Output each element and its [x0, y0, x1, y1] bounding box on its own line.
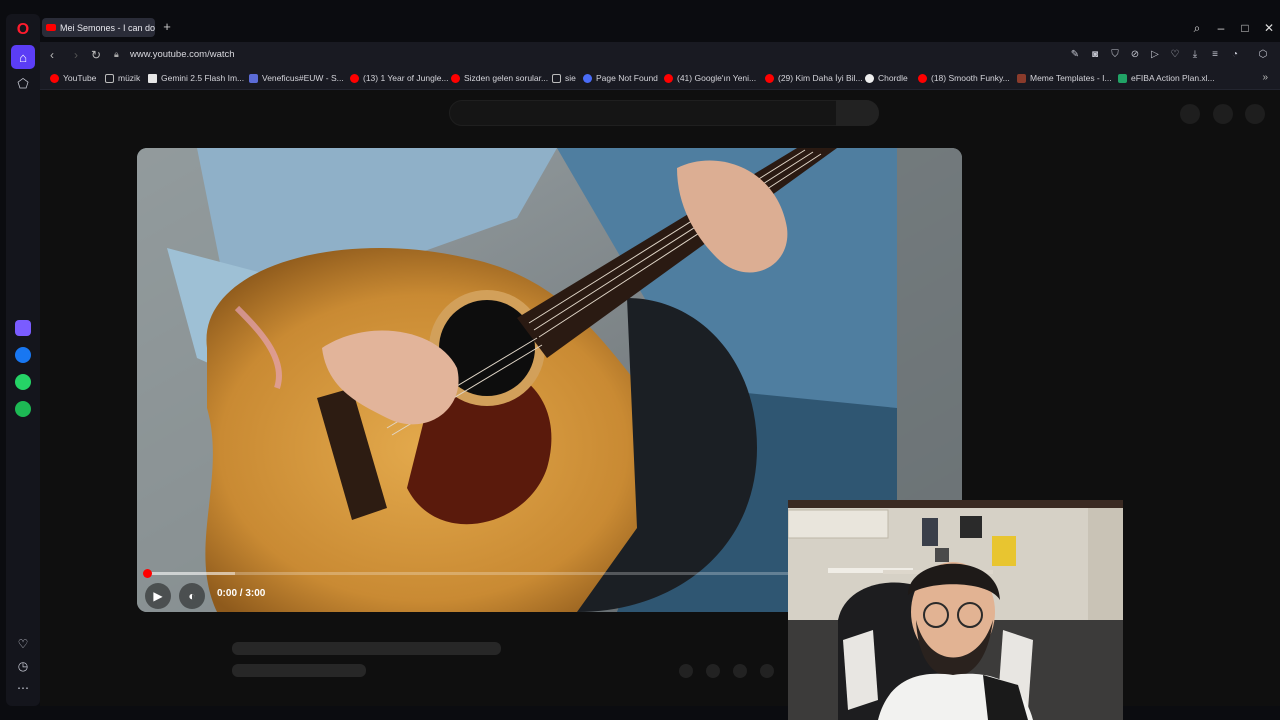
youtube-icon [918, 73, 927, 83]
search-placeholder[interactable] [449, 100, 879, 126]
play-button[interactable]: ▶ [145, 583, 171, 609]
bookmark-item[interactable]: (13) 1 Year of Jungle... [350, 73, 449, 83]
webcam-feed [788, 500, 1123, 720]
avatar-placeholder[interactable] [1180, 104, 1200, 124]
bookmark-item[interactable]: Gemini 2.5 Flash Im... [148, 73, 244, 83]
menu-icon[interactable]: ≡ [1208, 48, 1222, 62]
channel-placeholder [232, 664, 366, 677]
youtube-icon [451, 73, 460, 83]
download-icon[interactable]: ⤓ [1188, 48, 1202, 62]
bookmarks-bar: YouTube müzik Gemini 2.5 Flash Im... Ven… [40, 68, 1280, 90]
bookmark-item[interactable]: Page Not Found [583, 73, 658, 83]
youtube-icon [664, 73, 673, 83]
bookmark-item[interactable]: (41) Google'ın Yeni... [664, 73, 756, 83]
extension-icon[interactable]: ⬡ [1256, 48, 1270, 62]
page-icon [148, 73, 157, 83]
camera-icon[interactable]: ◙ [1088, 48, 1102, 62]
action-placeholder [706, 664, 720, 678]
address-bar-row: ‹ › ↻ 🔒︎ www.youtube.com/watch ✎ ◙ ⛉ ⊘ ▷… [40, 42, 1280, 68]
action-placeholder [733, 664, 747, 678]
volume-icon[interactable]: ◐ [179, 583, 205, 609]
app-icon [249, 73, 258, 83]
action-placeholder [679, 664, 693, 678]
url-field[interactable]: www.youtube.com/watch [130, 49, 235, 60]
back-button[interactable]: ‹ [44, 47, 60, 63]
whatsapp-icon[interactable] [15, 374, 31, 390]
bookmark-item[interactable]: YouTube [50, 73, 96, 83]
action-placeholder [760, 664, 774, 678]
heart-icon[interactable]: ♡ [1168, 48, 1182, 62]
folder-icon [552, 73, 561, 83]
time-display: 0:00 / 3:00 [217, 588, 266, 599]
tab-active[interactable]: Mei Semones - I can do w [42, 18, 155, 37]
youtube-icon [350, 73, 359, 83]
webcam-overlay [788, 500, 1123, 720]
home-icon[interactable]: ⌂ [11, 45, 35, 69]
aria-icon[interactable] [15, 320, 31, 336]
messenger-icon[interactable] [15, 347, 31, 363]
screen: O ⌂ ⬠ ♡ ◷ ⋯ Mei Semones - I can do w + ⌕… [0, 0, 1280, 720]
bookmarks-overflow-icon[interactable]: » [1262, 72, 1268, 83]
close-window-button[interactable]: ✕ [1261, 20, 1277, 36]
scrubber-handle[interactable] [143, 569, 152, 578]
bookmark-item[interactable]: Chordle [865, 73, 908, 83]
bookmark-item[interactable]: Veneficus#EUW - S... [249, 73, 344, 83]
bookmark-item[interactable]: Meme Templates - I... [1017, 73, 1112, 83]
buffered-bar [146, 572, 235, 575]
play-icon[interactable]: ▷ [1148, 48, 1162, 62]
app-icon [583, 73, 592, 83]
pin-icon[interactable]: ⬠ [11, 72, 35, 96]
vpn-icon[interactable]: ⊘ [1128, 48, 1142, 62]
bookmark-item[interactable]: sie [552, 73, 576, 83]
bookmark-item[interactable]: eFIBA Action Plan.xl... [1118, 73, 1215, 83]
spotify-icon[interactable] [15, 401, 31, 417]
new-tab-button[interactable]: + [160, 20, 174, 34]
opera-sidebar: O ⌂ ⬠ ♡ ◷ ⋯ [6, 14, 40, 706]
heart-icon[interactable]: ♡ [11, 634, 35, 654]
maximize-button[interactable]: □ [1237, 20, 1253, 36]
reload-button[interactable]: ↻ [88, 47, 104, 63]
more-icon[interactable]: ⋯ [11, 678, 35, 698]
app-icon [1017, 73, 1026, 83]
title-placeholder [232, 642, 501, 655]
search-tabs-icon[interactable]: ⌕ [1189, 20, 1205, 36]
youtube-icon [50, 73, 59, 83]
tab-strip: Mei Semones - I can do w + ⌕ – □ ✕ [40, 14, 1280, 42]
bookmark-item[interactable]: (29) Kim Daha İyi Bil... [765, 73, 863, 83]
lock-icon: 🔒︎ [114, 49, 119, 59]
chordle-icon [865, 73, 874, 83]
sheet-icon [1118, 73, 1127, 83]
profile-icon[interactable]: ◔ [1228, 48, 1242, 62]
history-icon[interactable]: ◷ [11, 656, 35, 676]
bookmark-item[interactable]: Sizden gelen sorular... [451, 73, 548, 83]
search-button-placeholder[interactable] [836, 100, 879, 126]
avatar-placeholder[interactable] [1245, 104, 1265, 124]
opera-logo-icon[interactable]: O [11, 18, 35, 42]
shield-icon[interactable]: ⛉ [1108, 48, 1122, 62]
tab-title: Mei Semones - I can do w [60, 22, 155, 33]
avatar-placeholder[interactable] [1213, 104, 1233, 124]
youtube-icon [765, 73, 774, 83]
edit-icon[interactable]: ✎ [1068, 48, 1082, 62]
folder-icon [105, 73, 114, 83]
youtube-icon [46, 24, 56, 31]
bookmark-item[interactable]: (18) Smooth Funky... [918, 73, 1010, 83]
minimize-button[interactable]: – [1213, 20, 1229, 36]
forward-button[interactable]: › [68, 47, 84, 63]
bookmark-item[interactable]: müzik [105, 73, 140, 83]
